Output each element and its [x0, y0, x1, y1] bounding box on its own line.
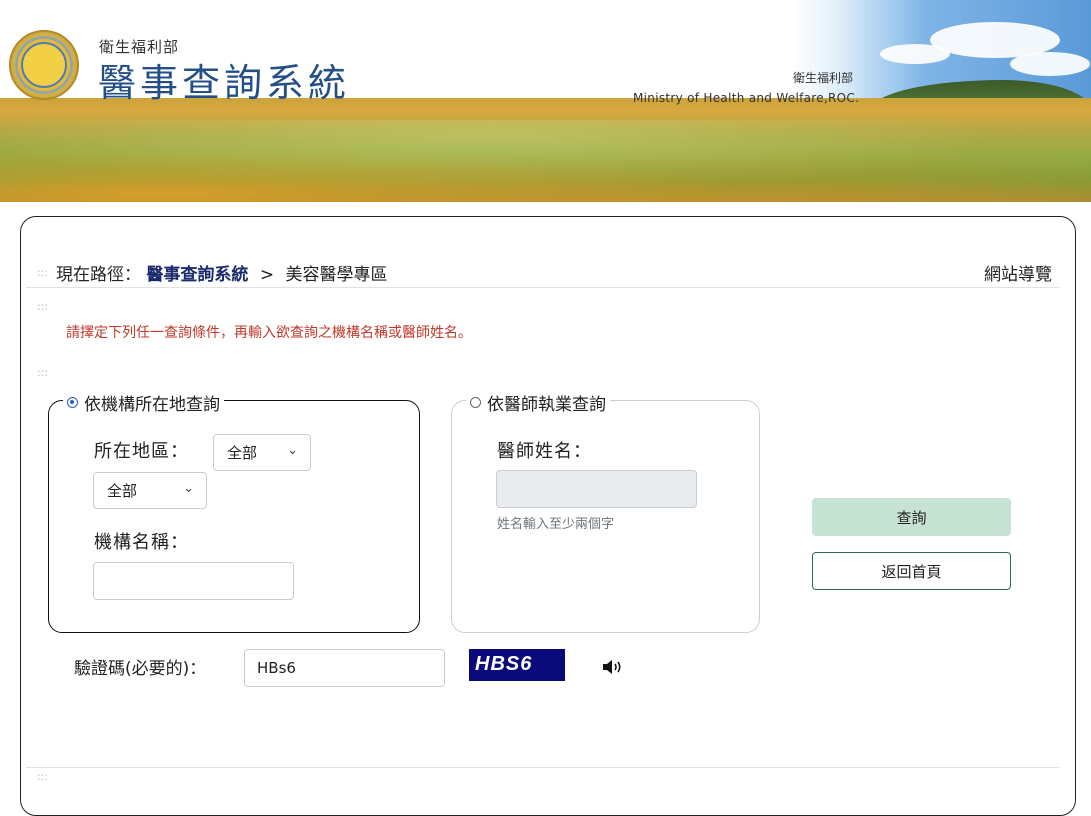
dots-marker: :::: [37, 266, 49, 279]
ministry-name-zh: 衛生福利部: [793, 71, 854, 85]
dots-marker: :::: [37, 366, 49, 379]
instruction-text: 請擇定下列任一查詢條件，再輸入欲查詢之機構名稱或醫師姓名。: [66, 325, 472, 341]
ministry-name-en: Ministry of Health and Welfare,ROC.: [633, 91, 860, 105]
query-button[interactable]: 查詢: [812, 498, 1011, 536]
captcha-label: 驗證碼(必要的)：: [74, 659, 207, 679]
region-select[interactable]: 全部 ⌄: [213, 434, 311, 471]
doctor-name-label: 醫師姓名：: [497, 441, 592, 462]
dots-marker: :::: [37, 770, 49, 783]
ministry-logo[interactable]: [9, 30, 79, 100]
captcha-image[interactable]: HBS6: [469, 649, 565, 681]
location-search-legend-label: 依機構所在地查詢: [84, 395, 220, 415]
chevron-down-icon: ⌄: [183, 481, 194, 496]
divider: [26, 767, 1060, 768]
header-flowers: [0, 120, 1091, 202]
logo-emblem: [21, 42, 67, 88]
district-select[interactable]: 全部 ⌄: [93, 472, 207, 509]
institution-name-input[interactable]: [93, 562, 294, 600]
captcha-input[interactable]: [244, 649, 445, 687]
institution-name-label: 機構名稱：: [94, 532, 189, 553]
speaker-icon[interactable]: [601, 657, 625, 677]
header-cloud: [880, 44, 950, 64]
doctor-search-radio[interactable]: [470, 397, 481, 408]
return-home-button[interactable]: 返回首頁: [812, 552, 1011, 590]
header-cloud: [1010, 52, 1090, 76]
doctor-name-input[interactable]: [496, 470, 697, 508]
dots-marker: :::: [37, 300, 49, 313]
region-label: 所在地區：: [94, 441, 189, 462]
district-select-value: 全部: [107, 482, 138, 500]
sitemap-link[interactable]: 網站導覽: [984, 260, 1052, 285]
doctor-search-legend[interactable]: 依醫師執業查詢: [466, 390, 610, 415]
site-title[interactable]: 醫事查詢系統: [98, 52, 350, 107]
breadcrumb-current: 美容醫學專區: [285, 265, 388, 285]
region-select-value: 全部: [227, 444, 258, 462]
breadcrumb: 現在路徑： 醫事查詢系統 > 美容醫學專區: [56, 260, 387, 285]
breadcrumb-link-home[interactable]: 醫事查詢系統: [146, 265, 248, 285]
doctor-search-legend-label: 依醫師執業查詢: [487, 395, 606, 415]
chevron-down-icon: ⌄: [287, 443, 298, 458]
breadcrumb-separator: >: [259, 265, 275, 285]
divider: [26, 287, 1060, 288]
location-search-legend[interactable]: 依機構所在地查詢: [63, 390, 224, 415]
doctor-name-hint: 姓名輸入至少兩個字: [497, 517, 615, 532]
breadcrumb-prefix: 現在路徑：: [56, 265, 141, 285]
site-header: 衛生福利部 醫事查詢系統 衛生福利部 Ministry of Health an…: [0, 0, 1091, 202]
location-search-radio[interactable]: [67, 397, 78, 408]
